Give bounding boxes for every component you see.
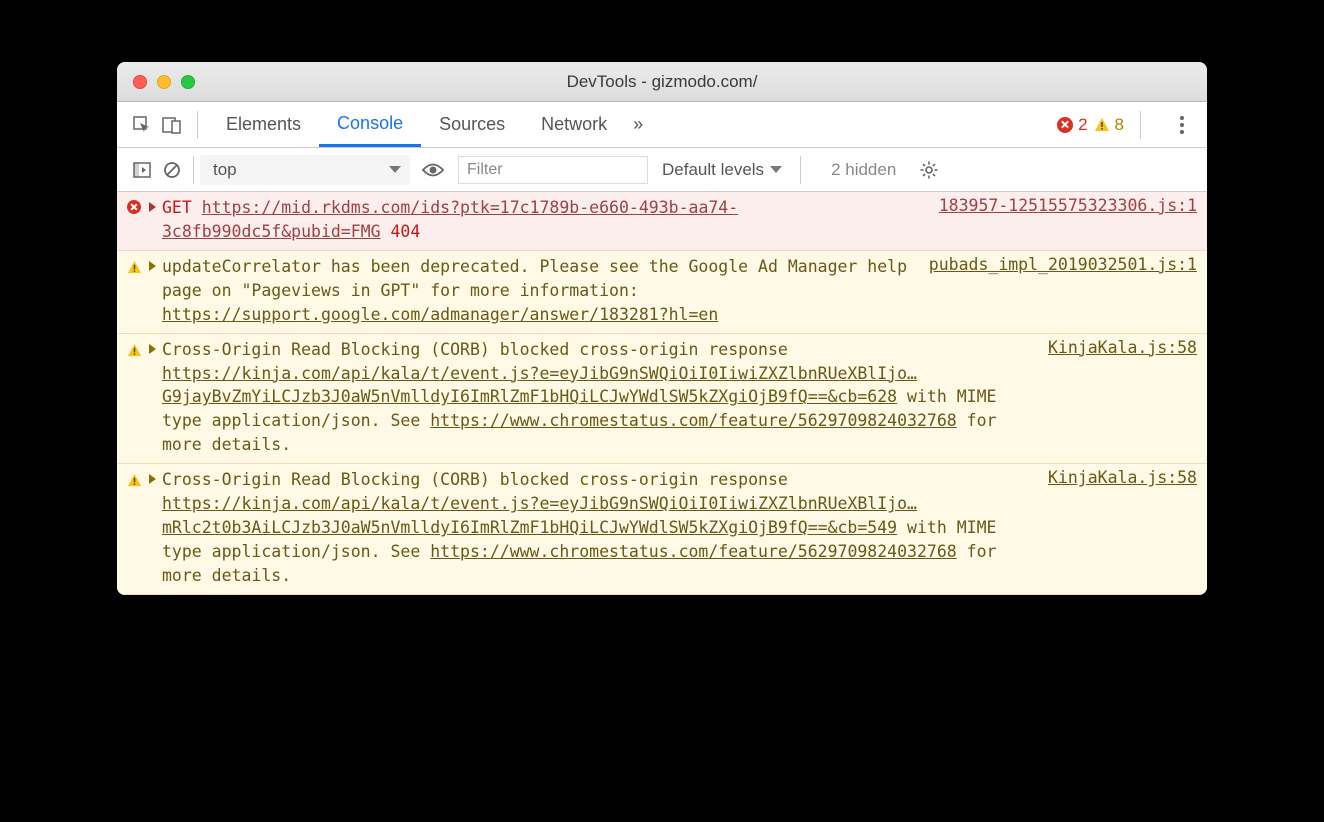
maximize-window-button[interactable] xyxy=(181,75,195,89)
status-code: 404 xyxy=(390,222,420,241)
warning-icon xyxy=(127,255,147,327)
toggle-sidebar-icon[interactable] xyxy=(127,155,157,185)
console-row-warning[interactable]: Cross-Origin Read Blocking (CORB) blocke… xyxy=(117,334,1207,465)
error-icon xyxy=(1057,117,1073,133)
docs-link[interactable]: https://www.chromestatus.com/feature/562… xyxy=(430,542,957,561)
warning-icon xyxy=(1094,117,1110,133)
tab-overflow[interactable]: » xyxy=(625,102,651,147)
console-row-warning[interactable]: updateCorrelator has been deprecated. Pl… xyxy=(117,251,1207,334)
message-text: updateCorrelator has been deprecated. Pl… xyxy=(162,255,917,327)
divider xyxy=(193,156,194,184)
log-levels-selector[interactable]: Default levels xyxy=(662,160,782,180)
divider xyxy=(800,156,801,184)
error-count: 2 xyxy=(1078,115,1087,135)
help-link[interactable]: https://support.google.com/admanager/ans… xyxy=(162,305,718,324)
error-counter[interactable]: 2 xyxy=(1057,115,1087,135)
main-tabbar: Elements Console Sources Network » 2 8 xyxy=(117,102,1207,148)
console-toolbar: top Default levels 2 hidden xyxy=(117,148,1207,192)
levels-label: Default levels xyxy=(662,160,764,180)
console-row-error[interactable]: GET https://mid.rkdms.com/ids?ptk=17c178… xyxy=(117,192,1207,251)
tab-sources[interactable]: Sources xyxy=(421,102,523,147)
tabbar-right: 2 8 xyxy=(1057,111,1197,139)
chevron-down-icon xyxy=(770,166,782,173)
message-text: GET https://mid.rkdms.com/ids?ptk=17c178… xyxy=(162,196,927,244)
tab-network[interactable]: Network xyxy=(523,102,625,147)
message-text: Cross-Origin Read Blocking (CORB) blocke… xyxy=(162,338,1036,458)
warning-icon xyxy=(127,468,147,588)
tab-elements[interactable]: Elements xyxy=(208,102,319,147)
tab-console[interactable]: Console xyxy=(319,102,421,147)
error-icon xyxy=(127,200,141,214)
live-expression-icon[interactable] xyxy=(418,155,448,185)
blocked-url[interactable]: https://kinja.com/api/kala/t/event.js?e=… xyxy=(162,494,917,537)
request-url[interactable]: https://mid.rkdms.com/ids?ptk=17c1789b-e… xyxy=(162,198,738,241)
clear-console-icon[interactable] xyxy=(157,155,187,185)
traffic-lights xyxy=(117,75,195,89)
disclosure-triangle-icon[interactable] xyxy=(149,202,156,212)
divider xyxy=(197,111,198,139)
source-link[interactable]: pubads_impl_2019032501.js:1 xyxy=(929,255,1197,327)
inspect-element-icon[interactable] xyxy=(127,110,157,140)
docs-link[interactable]: https://www.chromestatus.com/feature/562… xyxy=(430,411,957,430)
filter-input[interactable] xyxy=(458,156,648,184)
source-link[interactable]: 183957-12515575323306.js:1 xyxy=(939,196,1197,244)
titlebar: DevTools - gizmodo.com/ xyxy=(117,62,1207,102)
gear-icon[interactable] xyxy=(914,155,944,185)
console-log: GET https://mid.rkdms.com/ids?ptk=17c178… xyxy=(117,192,1207,595)
window-title: DevTools - gizmodo.com/ xyxy=(117,72,1207,92)
divider xyxy=(1140,111,1141,139)
http-method: GET xyxy=(162,198,192,217)
devtools-window: DevTools - gizmodo.com/ Elements Console… xyxy=(117,62,1207,595)
close-window-button[interactable] xyxy=(133,75,147,89)
console-row-warning[interactable]: Cross-Origin Read Blocking (CORB) blocke… xyxy=(117,464,1207,595)
context-selector[interactable]: top xyxy=(200,155,410,185)
disclosure-triangle-icon[interactable] xyxy=(149,261,156,271)
warning-counter[interactable]: 8 xyxy=(1094,115,1124,135)
warning-icon xyxy=(127,338,147,458)
hidden-messages[interactable]: 2 hidden xyxy=(831,160,896,180)
source-link[interactable]: KinjaKala.js:58 xyxy=(1048,468,1197,588)
source-link[interactable]: KinjaKala.js:58 xyxy=(1048,338,1197,458)
device-toolbar-icon[interactable] xyxy=(157,110,187,140)
context-value: top xyxy=(213,160,237,180)
blocked-url[interactable]: https://kinja.com/api/kala/t/event.js?e=… xyxy=(162,364,917,407)
message-text: Cross-Origin Read Blocking (CORB) blocke… xyxy=(162,468,1036,588)
minimize-window-button[interactable] xyxy=(157,75,171,89)
warning-count: 8 xyxy=(1115,115,1124,135)
kebab-menu-icon[interactable] xyxy=(1167,116,1197,134)
disclosure-triangle-icon[interactable] xyxy=(149,344,156,354)
chevron-down-icon xyxy=(389,166,401,173)
disclosure-triangle-icon[interactable] xyxy=(149,474,156,484)
